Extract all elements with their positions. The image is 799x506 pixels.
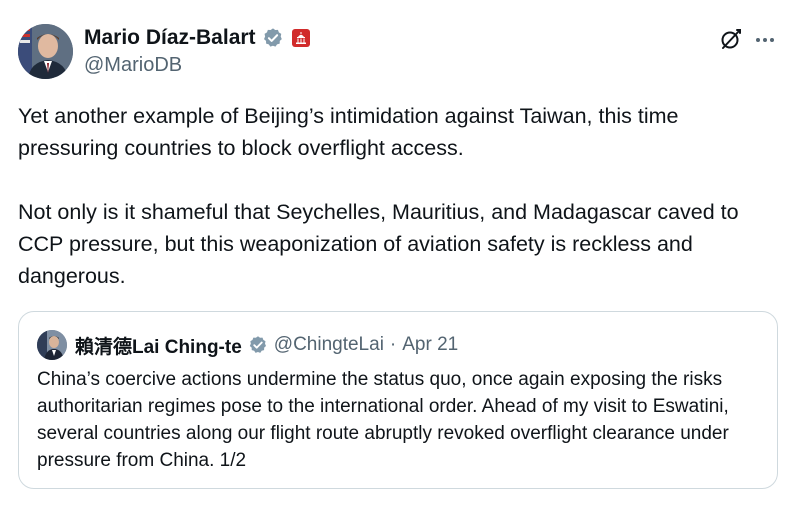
tweet-card: Mario Díaz-Balart @MarioDB Yet another e… <box>0 0 799 506</box>
grok-icon[interactable] <box>719 27 743 51</box>
tweet-paragraph: Yet another example of Beijing’s intimid… <box>18 104 679 160</box>
quote-author-avatar[interactable] <box>37 330 67 360</box>
quote-author-name[interactable]: 賴清德Lai Ching-te <box>75 332 242 359</box>
tweet-text: Yet another example of Beijing’s intimid… <box>18 100 778 292</box>
quote-separator: · <box>389 334 397 355</box>
quote-date[interactable]: Apr 21 <box>402 334 458 356</box>
author-handle[interactable]: @MarioDB <box>84 54 182 77</box>
quote-author-handle[interactable]: @ChingteLai <box>274 334 384 356</box>
quote-author-row: 賴清德Lai Ching-te @ChingteLai · Apr 21 <box>37 330 458 360</box>
us-capitol-icon[interactable] <box>291 29 310 47</box>
tweet-paragraph: Not only is it shameful that Seychelles,… <box>18 200 739 288</box>
author-display-name[interactable]: Mario Díaz-Balart <box>84 26 256 50</box>
verified-badge-icon[interactable] <box>248 335 268 355</box>
author-avatar[interactable] <box>18 24 73 79</box>
quote-tweet[interactable]: 賴清德Lai Ching-te @ChingteLai · Apr 21 Chi… <box>18 311 778 489</box>
verified-badge-icon[interactable] <box>262 27 284 49</box>
more-icon[interactable] <box>753 28 777 52</box>
author-name-row: Mario Díaz-Balart <box>84 26 310 50</box>
quote-text: China’s coercive actions undermine the s… <box>37 369 729 471</box>
